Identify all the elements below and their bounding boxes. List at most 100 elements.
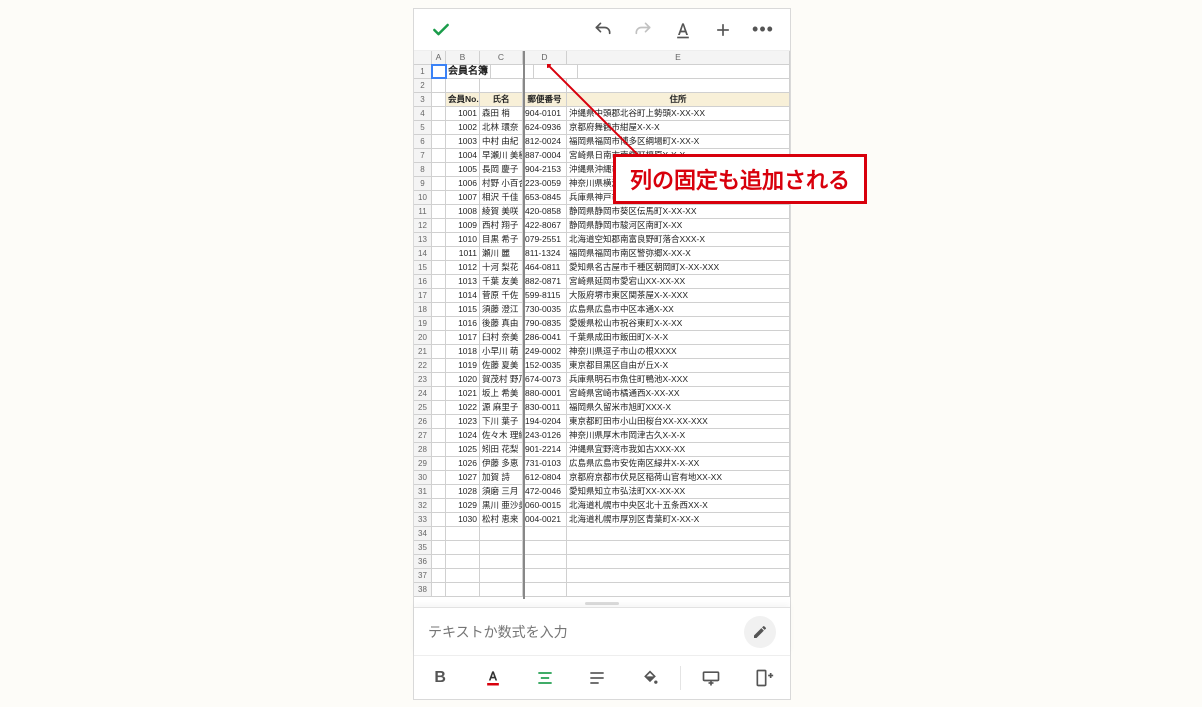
cell[interactable]: 会員名簿	[446, 65, 491, 78]
cell[interactable]	[446, 583, 480, 596]
cell[interactable]: 広島県広島市中区本通X-XX	[567, 303, 790, 316]
row-header[interactable]: 3	[414, 93, 432, 106]
cell[interactable]	[432, 583, 446, 596]
cell[interactable]	[491, 65, 534, 78]
cell[interactable]	[523, 527, 567, 540]
cell[interactable]: 624-0936	[523, 121, 567, 134]
cell[interactable]	[480, 569, 523, 582]
cell[interactable]: 612-0804	[523, 471, 567, 484]
row-header[interactable]: 6	[414, 135, 432, 148]
cell[interactable]: 1027	[446, 471, 480, 484]
cell[interactable]	[432, 555, 446, 568]
cell[interactable]	[432, 359, 446, 372]
cell[interactable]: 830-0011	[523, 401, 567, 414]
cell[interactable]: 887-0004	[523, 149, 567, 162]
row-header[interactable]: 27	[414, 429, 432, 442]
cell[interactable]: 愛知県名古屋市千種区朝岡町X-XX-XXX	[567, 261, 790, 274]
cell[interactable]: 西村 翔子	[480, 219, 523, 232]
cell[interactable]: 420-0858	[523, 205, 567, 218]
cell[interactable]: 1028	[446, 485, 480, 498]
edit-button[interactable]	[744, 616, 776, 648]
cell[interactable]: 472-0046	[523, 485, 567, 498]
cell[interactable]	[432, 317, 446, 330]
insert-row-button[interactable]	[689, 661, 733, 695]
cell[interactable]: 沖縄県宜野湾市我如古XXX-XX	[567, 443, 790, 456]
row-header[interactable]: 32	[414, 499, 432, 512]
cell[interactable]	[432, 527, 446, 540]
cell[interactable]	[432, 429, 446, 442]
cell[interactable]: 811-1324	[523, 247, 567, 260]
cell[interactable]: 愛知県知立市弘法町XX-XX-XX	[567, 485, 790, 498]
cell[interactable]: 大阪府堺市東区関茶屋X-X-XXX	[567, 289, 790, 302]
spreadsheet-grid[interactable]: A B C D E 1会員名簿23会員No.氏名郵便番号住所41001森田 梢9…	[414, 51, 790, 599]
cell[interactable]: 静岡県静岡市駿河区南町X-XX	[567, 219, 790, 232]
cell[interactable]	[523, 541, 567, 554]
cell[interactable]	[432, 219, 446, 232]
cell[interactable]: 郵便番号	[523, 93, 567, 106]
cell[interactable]: 004-0021	[523, 513, 567, 526]
cell[interactable]: 北海道札幌市厚別区青葉町X-XX-X	[567, 513, 790, 526]
cell[interactable]	[432, 163, 446, 176]
row-header[interactable]: 7	[414, 149, 432, 162]
cell[interactable]: 千葉 友美	[480, 275, 523, 288]
cell[interactable]: 綾賀 美咲	[480, 205, 523, 218]
cell[interactable]	[523, 79, 567, 92]
cell[interactable]: 1006	[446, 177, 480, 190]
cell[interactable]: 目黒 希子	[480, 233, 523, 246]
cell[interactable]: 1030	[446, 513, 480, 526]
cell[interactable]: 1029	[446, 499, 480, 512]
cell[interactable]: 674-0073	[523, 373, 567, 386]
cell[interactable]: 1012	[446, 261, 480, 274]
cell[interactable]: 黒川 亜沙美	[480, 499, 523, 512]
cell[interactable]	[446, 555, 480, 568]
cell[interactable]: 1008	[446, 205, 480, 218]
cell[interactable]	[432, 233, 446, 246]
fill-color-button[interactable]	[628, 661, 672, 695]
col-header-e[interactable]: E	[567, 51, 790, 64]
cell[interactable]	[446, 527, 480, 540]
row-header[interactable]: 25	[414, 401, 432, 414]
cell[interactable]: 1001	[446, 107, 480, 120]
cell[interactable]	[432, 457, 446, 470]
cell[interactable]: 422-8067	[523, 219, 567, 232]
cell[interactable]	[432, 79, 446, 92]
row-header[interactable]: 12	[414, 219, 432, 232]
cell[interactable]: 静岡県静岡市葵区伝馬町X-XX-XX	[567, 205, 790, 218]
cell[interactable]: 賀茂村 野乃香	[480, 373, 523, 386]
cell[interactable]: 1016	[446, 317, 480, 330]
cell[interactable]: 源 麻里子	[480, 401, 523, 414]
cell[interactable]	[567, 555, 790, 568]
cell[interactable]	[432, 191, 446, 204]
cell[interactable]	[446, 569, 480, 582]
drag-handle[interactable]	[414, 599, 790, 607]
row-header[interactable]: 21	[414, 345, 432, 358]
cell[interactable]: 286-0041	[523, 331, 567, 344]
cell[interactable]	[523, 583, 567, 596]
cell[interactable]: 1014	[446, 289, 480, 302]
row-header[interactable]: 30	[414, 471, 432, 484]
cell[interactable]: 152-0035	[523, 359, 567, 372]
cell[interactable]: 599-8115	[523, 289, 567, 302]
cell[interactable]	[432, 205, 446, 218]
cell[interactable]: 901-2214	[523, 443, 567, 456]
row-header[interactable]: 13	[414, 233, 432, 246]
cell[interactable]: 早瀬川 美樹	[480, 149, 523, 162]
cell[interactable]: 1003	[446, 135, 480, 148]
align-justify-button[interactable]	[575, 661, 619, 695]
cell[interactable]: 904-0101	[523, 107, 567, 120]
row-header[interactable]: 18	[414, 303, 432, 316]
cell[interactable]: 北海道札幌市中央区北十五条西XX-X	[567, 499, 790, 512]
cell[interactable]: 相沢 千佳	[480, 191, 523, 204]
cell[interactable]: 1020	[446, 373, 480, 386]
cell[interactable]	[523, 555, 567, 568]
text-color-button[interactable]	[471, 661, 515, 695]
row-header[interactable]: 9	[414, 177, 432, 190]
row-header[interactable]: 2	[414, 79, 432, 92]
cell[interactable]: 1005	[446, 163, 480, 176]
add-button[interactable]	[706, 13, 740, 47]
cell[interactable]	[432, 499, 446, 512]
cell[interactable]: 京都府京都市伏見区稲荷山官有地XX-XX	[567, 471, 790, 484]
row-header[interactable]: 20	[414, 331, 432, 344]
row-header[interactable]: 17	[414, 289, 432, 302]
cell[interactable]: 加賀 詩	[480, 471, 523, 484]
